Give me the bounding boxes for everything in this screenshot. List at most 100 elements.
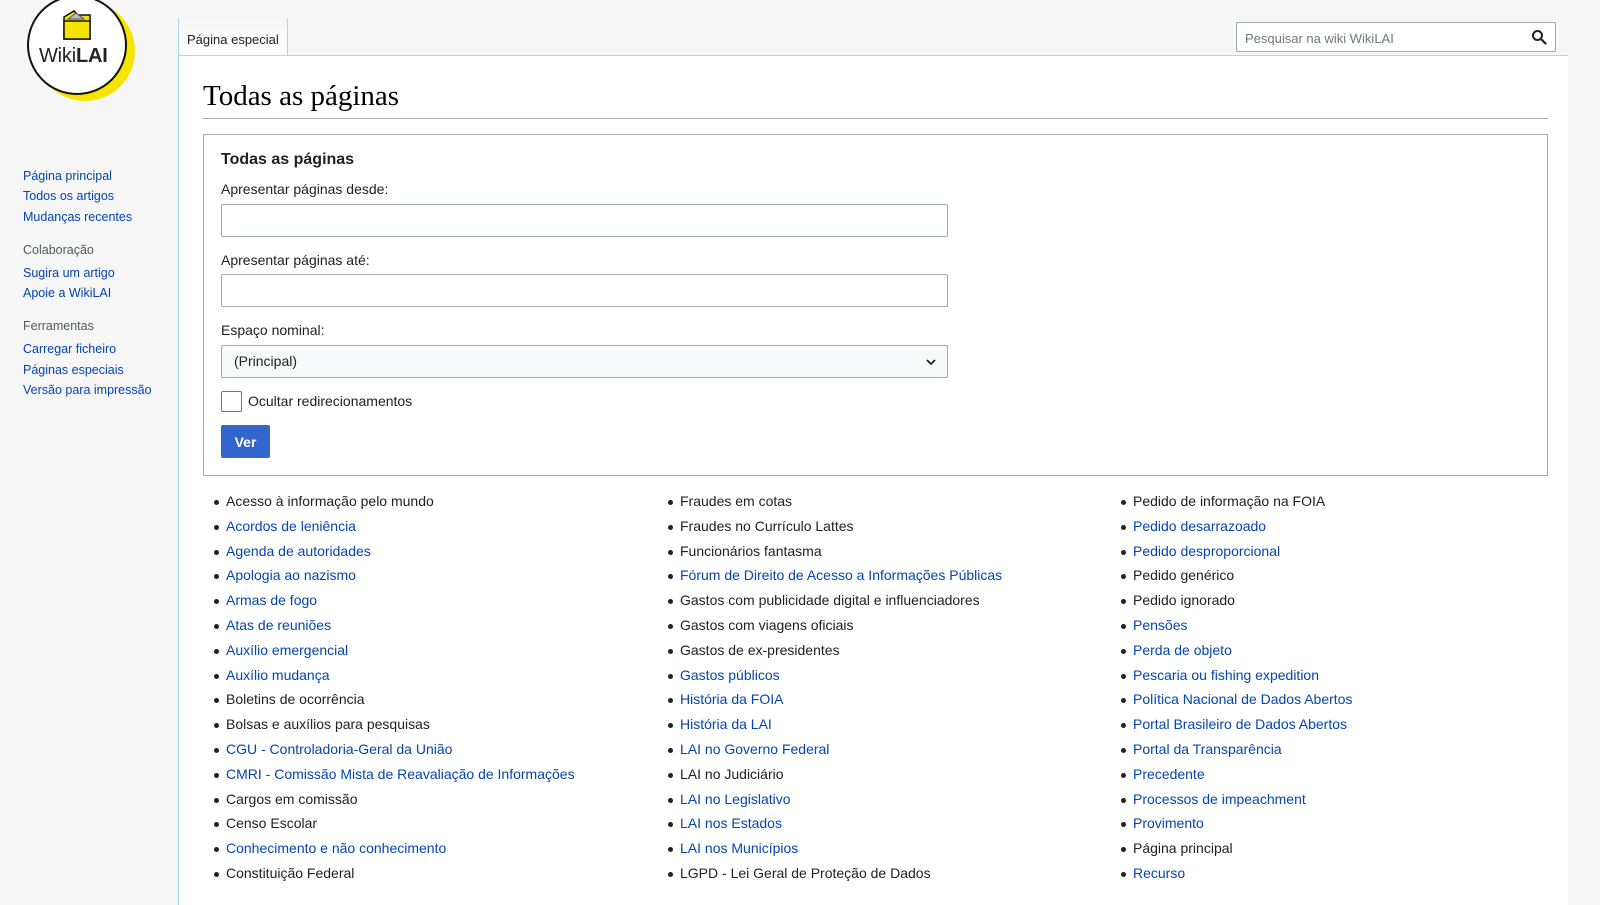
sidebar-item-upload-file[interactable]: Carregar ficheiro bbox=[23, 339, 173, 359]
page-link[interactable]: Fórum de Direito de Acesso a Informações… bbox=[680, 567, 1002, 583]
pages-column-3: Pedido de informação na FOIA Pedido desar… bbox=[1119, 489, 1559, 886]
page-link[interactable]: Portal Brasileiro de Dados Abertos bbox=[1133, 716, 1347, 732]
page-link[interactable]: Censo Escolar bbox=[226, 815, 317, 831]
list-item: História da FOIA bbox=[666, 687, 1106, 712]
page-link[interactable]: Bolsas e auxílios para pesquisas bbox=[226, 716, 430, 732]
page-link[interactable]: CGU - Controladoria-Geral da União bbox=[226, 741, 452, 757]
list-item: LAI no Judiciário bbox=[666, 762, 1106, 787]
sidebar-item-suggest-article[interactable]: Sugira um artigo bbox=[23, 263, 173, 283]
page-link[interactable]: Auxílio mudança bbox=[226, 667, 330, 683]
page-link[interactable]: Pedido genérico bbox=[1133, 567, 1234, 583]
page-link[interactable]: LAI nos Estados bbox=[680, 815, 782, 831]
list-item: Agenda de autoridades bbox=[212, 539, 652, 564]
page-link[interactable]: Pedido ignorado bbox=[1133, 592, 1235, 608]
sidebar-item-special-pages[interactable]: Páginas especiais bbox=[23, 360, 173, 380]
page-link[interactable]: Fraudes no Currículo Lattes bbox=[680, 518, 854, 534]
namespace-select[interactable]: (Principal) bbox=[221, 345, 948, 378]
namespace-selected-value: (Principal) bbox=[234, 353, 298, 369]
list-item: LAI no Governo Federal bbox=[666, 737, 1106, 762]
page-link[interactable]: Acordos de leniência bbox=[226, 518, 356, 534]
search-icon[interactable] bbox=[1531, 29, 1547, 45]
page-link[interactable]: LAI no Legislativo bbox=[680, 791, 791, 807]
site-logo[interactable]: WikiLAI bbox=[27, 0, 135, 103]
page-link[interactable]: Apologia ao nazismo bbox=[226, 567, 356, 583]
page-link[interactable]: Pedido de informação na FOIA bbox=[1133, 493, 1325, 509]
page-link[interactable]: Agenda de autoridades bbox=[226, 543, 371, 559]
list-item: Pedido de informação na FOIA bbox=[1119, 489, 1559, 514]
list-item: Auxílio emergencial bbox=[212, 638, 652, 663]
list-item: Processos de impeachment bbox=[1119, 787, 1559, 812]
page-link[interactable]: Funcionários fantasma bbox=[680, 543, 822, 559]
to-input[interactable] bbox=[230, 276, 934, 306]
page-link[interactable]: Provimento bbox=[1133, 815, 1204, 831]
list-item: Pensões bbox=[1119, 613, 1559, 638]
page-link[interactable]: Atas de reuniões bbox=[226, 617, 331, 633]
list-item: Gastos com publicidade digital e influen… bbox=[666, 588, 1106, 613]
list-item: Gastos públicos bbox=[666, 663, 1106, 688]
sidebar-item-all-articles[interactable]: Todos os artigos bbox=[23, 186, 173, 206]
page-title: Todas as páginas bbox=[203, 78, 1548, 119]
page-link[interactable]: Conhecimento e não conhecimento bbox=[226, 840, 446, 856]
list-item: LAI nos Estados bbox=[666, 811, 1106, 836]
page-link[interactable]: Recurso bbox=[1133, 865, 1185, 881]
page-link[interactable]: Fraudes em cotas bbox=[680, 493, 792, 509]
sidebar-heading: Colaboração bbox=[23, 242, 94, 257]
page-link[interactable]: História da FOIA bbox=[680, 691, 783, 707]
page-link[interactable]: Gastos com publicidade digital e influen… bbox=[680, 592, 980, 608]
page-link[interactable]: Precedente bbox=[1133, 766, 1205, 782]
list-item: Bolsas e auxílios para pesquisas bbox=[212, 712, 652, 737]
from-input[interactable] bbox=[230, 206, 934, 236]
search-box bbox=[1236, 22, 1556, 52]
page-link[interactable]: Gastos com viagens oficiais bbox=[680, 617, 854, 633]
page-link[interactable]: CMRI - Comissão Mista de Reavaliação de … bbox=[226, 766, 575, 782]
page-link[interactable]: Política Nacional de Dados Abertos bbox=[1133, 691, 1352, 707]
submit-button[interactable]: Ver bbox=[221, 425, 270, 458]
search-input[interactable] bbox=[1243, 24, 1527, 52]
list-item: Acesso à informação pelo mundo bbox=[212, 489, 652, 514]
hide-redirects-checkbox[interactable] bbox=[221, 391, 242, 412]
list-item: Precedente bbox=[1119, 762, 1559, 787]
list-item: Funcionários fantasma bbox=[666, 539, 1106, 564]
page-link[interactable]: Pedido desproporcional bbox=[1133, 543, 1280, 559]
chevron-down-icon bbox=[926, 359, 936, 366]
list-item: Pedido desarrazoado bbox=[1119, 514, 1559, 539]
page-link[interactable]: Cargos em comissão bbox=[226, 791, 358, 807]
hide-redirects-label[interactable]: Ocultar redirecionamentos bbox=[248, 393, 412, 409]
list-item: Conhecimento e não conhecimento bbox=[212, 836, 652, 861]
list-item: Fórum de Direito de Acesso a Informações… bbox=[666, 563, 1106, 588]
tab-special-page[interactable]: Página especial bbox=[178, 18, 288, 56]
namespace-label: Espaço nominal: bbox=[221, 322, 325, 338]
to-label: Apresentar páginas até: bbox=[221, 252, 370, 268]
list-item: História da LAI bbox=[666, 712, 1106, 737]
page-link[interactable]: Pensões bbox=[1133, 617, 1187, 633]
form-legend: Todas as páginas bbox=[221, 151, 355, 168]
pages-column-2: Fraudes em cotas Fraudes no Currículo Lat… bbox=[666, 489, 1106, 886]
page-link[interactable]: Auxílio emergencial bbox=[226, 642, 348, 658]
page-link[interactable]: Gastos públicos bbox=[680, 667, 780, 683]
sidebar-item-printable-version[interactable]: Versão para impressão bbox=[23, 380, 173, 400]
page-link[interactable]: LAI nos Municípios bbox=[680, 840, 798, 856]
page-link[interactable]: Pedido desarrazoado bbox=[1133, 518, 1266, 534]
page-link[interactable]: Acesso à informação pelo mundo bbox=[226, 493, 434, 509]
page-link[interactable]: Gastos de ex-presidentes bbox=[680, 642, 840, 658]
list-item: Fraudes em cotas bbox=[666, 489, 1106, 514]
page-link[interactable]: Armas de fogo bbox=[226, 592, 317, 608]
list-item: Armas de fogo bbox=[212, 588, 652, 613]
page-link[interactable]: Boletins de ocorrência bbox=[226, 691, 365, 707]
page-link[interactable]: Portal da Transparência bbox=[1133, 741, 1282, 757]
list-item: CMRI - Comissão Mista de Reavaliação de … bbox=[212, 762, 652, 787]
sidebar-item-recent-changes[interactable]: Mudanças recentes bbox=[23, 207, 173, 227]
list-item: Cargos em comissão bbox=[212, 787, 652, 812]
page-link[interactable]: Processos de impeachment bbox=[1133, 791, 1306, 807]
page-link[interactable]: LGPD - Lei Geral de Proteção de Dados bbox=[680, 865, 931, 881]
sidebar-item-support[interactable]: Apoie a WikiLAI bbox=[23, 283, 173, 303]
page-link[interactable]: Página principal bbox=[1133, 840, 1233, 856]
page-link[interactable]: LAI no Judiciário bbox=[680, 766, 784, 782]
sidebar-heading: Ferramentas bbox=[23, 319, 94, 334]
page-link[interactable]: Constituição Federal bbox=[226, 865, 354, 881]
page-link[interactable]: Perda de objeto bbox=[1133, 642, 1232, 658]
sidebar-item-main-page[interactable]: Página principal bbox=[23, 166, 173, 186]
page-link[interactable]: História da LAI bbox=[680, 716, 772, 732]
page-link[interactable]: LAI no Governo Federal bbox=[680, 741, 829, 757]
page-link[interactable]: Pescaria ou fishing expedition bbox=[1133, 667, 1319, 683]
